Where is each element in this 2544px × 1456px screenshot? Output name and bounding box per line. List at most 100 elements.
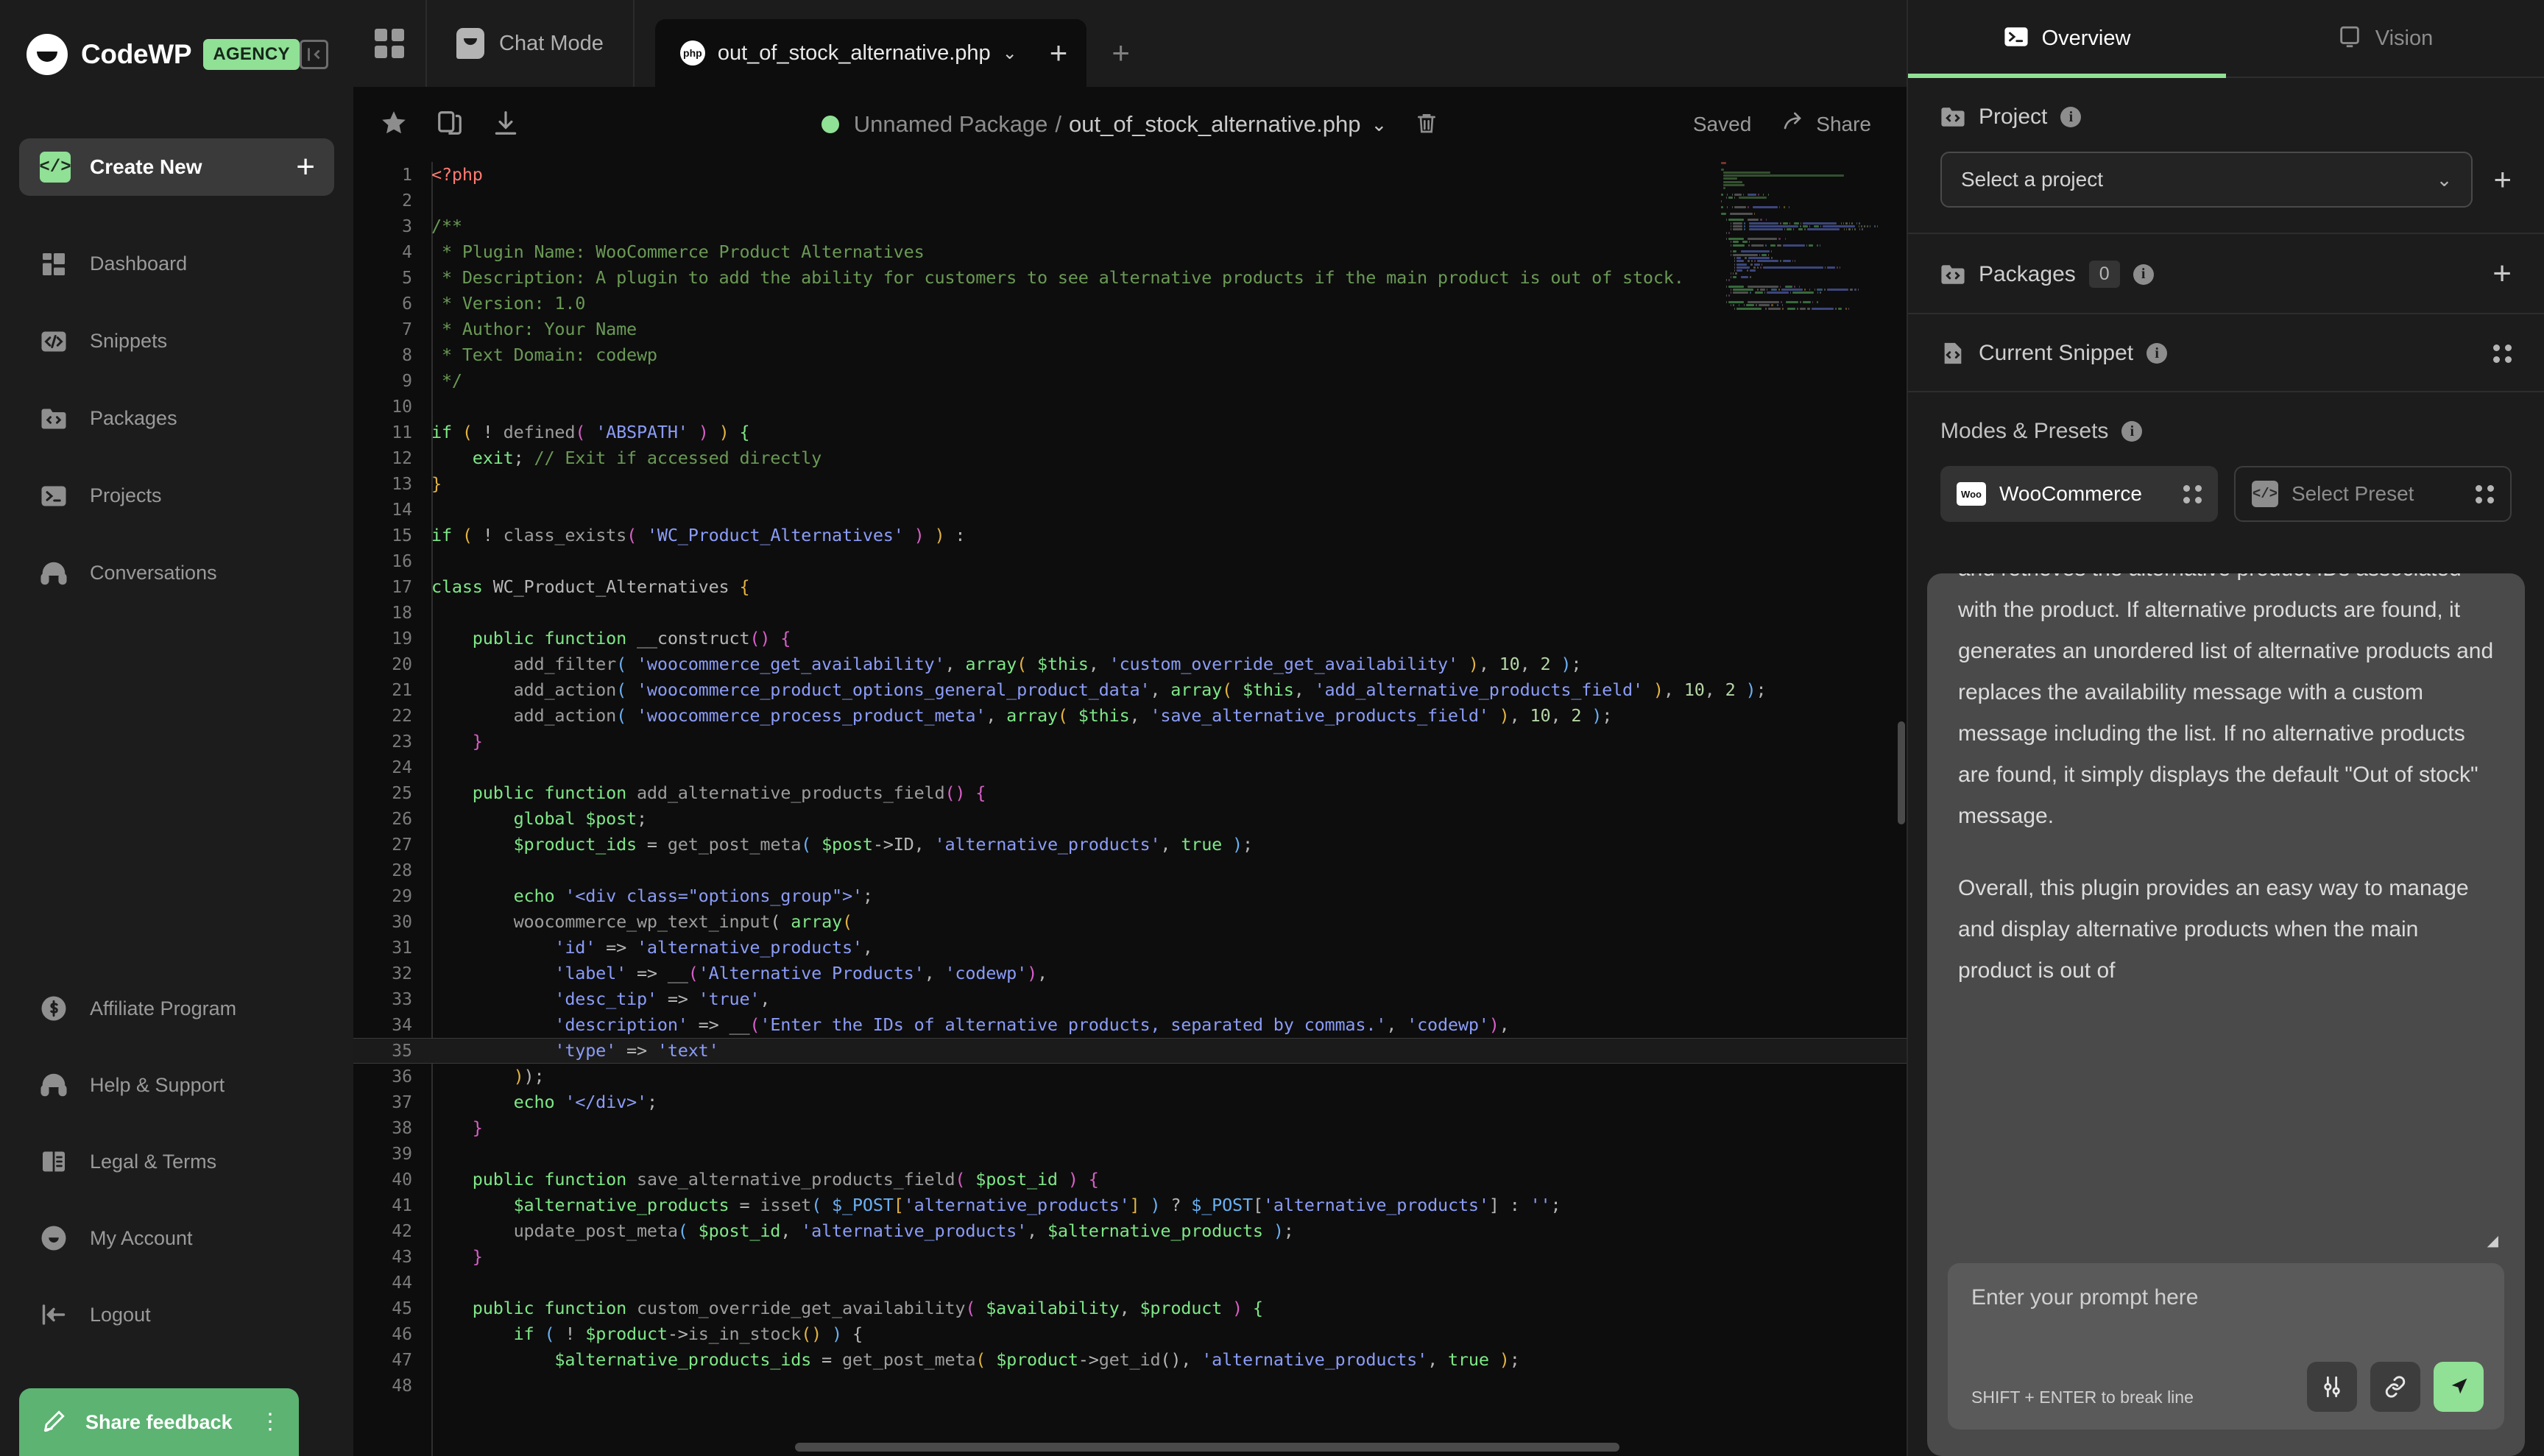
- code-line[interactable]: 26 global $post;: [353, 806, 1907, 832]
- create-new-button[interactable]: </> Create New +: [19, 138, 334, 196]
- tab-overview[interactable]: Overview: [1908, 0, 2226, 77]
- code-line[interactable]: 28: [353, 858, 1907, 883]
- code-line[interactable]: 33 'desc_tip' => 'true',: [353, 986, 1907, 1012]
- code-line[interactable]: 34 'description' => __('Enter the IDs of…: [353, 1012, 1907, 1038]
- grip-dots-icon[interactable]: [2493, 344, 2512, 363]
- info-icon[interactable]: i: [2060, 107, 2081, 127]
- code-line[interactable]: 18: [353, 600, 1907, 626]
- sidebar-item-legal-terms[interactable]: Legal & Terms: [0, 1123, 353, 1200]
- code-line[interactable]: 43 }: [353, 1244, 1907, 1270]
- code-line[interactable]: 4 * Plugin Name: WooCommerce Product Alt…: [353, 239, 1907, 265]
- code-line[interactable]: 5 * Description: A plugin to add the abi…: [353, 265, 1907, 291]
- code-line[interactable]: 13}: [353, 471, 1907, 497]
- code-line[interactable]: 45 public function custom_override_get_a…: [353, 1296, 1907, 1321]
- collapse-sidebar-icon[interactable]: [300, 40, 328, 69]
- add-tab-plus-icon[interactable]: +: [1050, 42, 1068, 63]
- code-line[interactable]: 21 add_action( 'woocommerce_product_opti…: [353, 677, 1907, 703]
- code-line[interactable]: 9 */: [353, 368, 1907, 394]
- project-select[interactable]: Select a project ⌄: [1940, 152, 2473, 208]
- sidebar-item-dashboard[interactable]: Dashboard: [0, 225, 353, 303]
- code-line[interactable]: 20 add_filter( 'woocommerce_get_availabi…: [353, 651, 1907, 677]
- file-tab-out-of-stock-alternative[interactable]: php out_of_stock_alternative.php ⌄ +: [655, 19, 1086, 87]
- code-line[interactable]: 14: [353, 497, 1907, 523]
- prompt-input-box[interactable]: Enter your prompt here SHIFT + ENTER to …: [1948, 1263, 2504, 1430]
- new-tab-button[interactable]: +: [1112, 42, 1130, 63]
- code-line[interactable]: 40 public function save_alternative_prod…: [353, 1167, 1907, 1192]
- sidebar-item-conversations[interactable]: Conversations: [0, 534, 353, 612]
- grip-dots-icon[interactable]: [2476, 485, 2494, 503]
- code-line[interactable]: 48: [353, 1373, 1907, 1399]
- code-line[interactable]: 44: [353, 1270, 1907, 1296]
- code-line[interactable]: 15if ( ! class_exists( 'WC_Product_Alter…: [353, 523, 1907, 548]
- copy-icon[interactable]: [436, 109, 464, 141]
- code-editor[interactable]: 1<?php23/**4 * Plugin Name: WooCommerce …: [353, 162, 1907, 1456]
- code-line[interactable]: 29 echo '<div class="options_group">';: [353, 883, 1907, 909]
- feedback-menu-icon[interactable]: ⋮: [259, 1416, 281, 1429]
- chevron-down-icon[interactable]: ⌄: [1003, 43, 1017, 64]
- code-line[interactable]: 25 public function add_alternative_produ…: [353, 780, 1907, 806]
- code-line[interactable]: 24: [353, 754, 1907, 780]
- mode-chip-woocommerce[interactable]: Woo WooCommerce: [1940, 466, 2218, 522]
- code-line[interactable]: 23 }: [353, 729, 1907, 754]
- resize-grip-icon[interactable]: ◢: [2487, 1231, 2498, 1250]
- sidebar-item-help-support[interactable]: Help & Support: [0, 1047, 353, 1123]
- code-line[interactable]: 36 ));: [353, 1064, 1907, 1089]
- download-icon[interactable]: [492, 109, 520, 141]
- sliders-icon[interactable]: [2307, 1362, 2357, 1412]
- code-line[interactable]: 7 * Author: Your Name: [353, 317, 1907, 342]
- preset-select-chip[interactable]: </> Select Preset: [2234, 466, 2512, 522]
- grip-dots-icon[interactable]: [2183, 485, 2202, 503]
- package-name[interactable]: Unnamed Package: [854, 111, 1048, 138]
- share-feedback-button[interactable]: Share feedback ⋮: [19, 1388, 299, 1456]
- share-button[interactable]: Share: [1782, 110, 1871, 139]
- page-title[interactable]: out_of_stock_alternative.php: [1069, 111, 1360, 138]
- vertical-scrollbar[interactable]: [1898, 721, 1905, 824]
- add-project-button[interactable]: +: [2493, 170, 2512, 188]
- send-icon[interactable]: [2434, 1362, 2484, 1412]
- code-line[interactable]: 46 if ( ! $product->is_in_stock() ) {: [353, 1321, 1907, 1347]
- sidebar-item-logout[interactable]: Logout: [0, 1276, 353, 1353]
- code-line[interactable]: 3/**: [353, 213, 1907, 239]
- chat-mode-button[interactable]: Chat Mode: [427, 0, 635, 87]
- sidebar-item-affiliate-program[interactable]: Affiliate Program: [0, 970, 353, 1047]
- chat-scroll[interactable]: and retrieves the alternative product ID…: [1927, 573, 2525, 1263]
- code-line[interactable]: 30 woocommerce_wp_text_input( array(: [353, 909, 1907, 935]
- code-line[interactable]: 27 $product_ids = get_post_meta( $post->…: [353, 832, 1907, 858]
- trash-icon[interactable]: [1415, 111, 1438, 138]
- code-line[interactable]: 1<?php: [353, 162, 1907, 188]
- chevron-down-icon[interactable]: ⌄: [1371, 113, 1387, 136]
- info-icon[interactable]: i: [2121, 421, 2142, 442]
- code-minimap[interactable]: [1718, 162, 1895, 1456]
- code-line[interactable]: 32 'label' => __('Alternative Products',…: [353, 961, 1907, 986]
- sidebar-item-projects[interactable]: Projects: [0, 457, 353, 534]
- code-line[interactable]: 12 exit; // Exit if accessed directly: [353, 445, 1907, 471]
- code-line[interactable]: 16: [353, 548, 1907, 574]
- code-line[interactable]: 11if ( ! defined( 'ABSPATH' ) ) {: [353, 420, 1907, 445]
- code-line[interactable]: 42 update_post_meta( $post_id, 'alternat…: [353, 1218, 1907, 1244]
- sidebar-item-snippets[interactable]: Snippets: [0, 303, 353, 380]
- code-line[interactable]: 10: [353, 394, 1907, 420]
- code-line[interactable]: 22 add_action( 'woocommerce_process_prod…: [353, 703, 1907, 729]
- code-line[interactable]: 39: [353, 1141, 1907, 1167]
- horizontal-scrollbar[interactable]: [795, 1443, 1619, 1452]
- plus-icon[interactable]: +: [296, 151, 315, 183]
- code-line[interactable]: 19 public function __construct() {: [353, 626, 1907, 651]
- code-line[interactable]: 8 * Text Domain: codewp: [353, 342, 1907, 368]
- code-line[interactable]: 6 * Version: 1.0: [353, 291, 1907, 317]
- code-line[interactable]: 35 'type' => 'text': [353, 1038, 1907, 1064]
- info-icon[interactable]: i: [2146, 343, 2167, 364]
- star-icon[interactable]: [380, 109, 408, 141]
- sidebar-item-my-account[interactable]: My Account: [0, 1200, 353, 1276]
- code-line[interactable]: 31 'id' => 'alternative_products',: [353, 935, 1907, 961]
- code-line[interactable]: 37 echo '</div>';: [353, 1089, 1907, 1115]
- code-line[interactable]: 38 }: [353, 1115, 1907, 1141]
- code-line[interactable]: 47 $alternative_products_ids = get_post_…: [353, 1347, 1907, 1373]
- tab-vision[interactable]: Vision: [2226, 0, 2544, 77]
- info-icon[interactable]: i: [2133, 264, 2154, 285]
- app-grid-icon[interactable]: [353, 0, 427, 87]
- code-line[interactable]: 41 $alternative_products = isset( $_POST…: [353, 1192, 1907, 1218]
- link-icon[interactable]: [2370, 1362, 2420, 1412]
- code-line[interactable]: 17class WC_Product_Alternatives {: [353, 574, 1907, 600]
- add-package-button[interactable]: +: [2492, 264, 2512, 283]
- code-line[interactable]: 2: [353, 188, 1907, 213]
